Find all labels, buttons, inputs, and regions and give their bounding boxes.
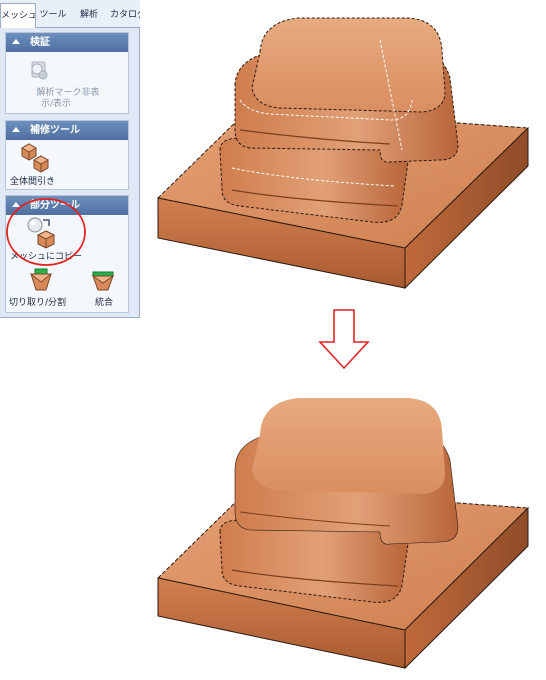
ribbon-tab-bar: メッシュ ツール 解析 カタログ <box>0 0 140 28</box>
model-viewport[interactable] <box>140 0 546 680</box>
tab-mesh[interactable]: メッシュ <box>0 3 36 28</box>
model-after <box>156 398 530 670</box>
inspect-section: 検証 解析マーク非表 示/表示 <box>5 32 129 114</box>
repair-section-header[interactable]: 補修ツール <box>6 121 128 140</box>
inspect-section-header[interactable]: 検証 <box>6 33 128 52</box>
cut-split-button[interactable]: 切り取り/分割 <box>9 298 66 309</box>
highlight-circle <box>6 198 86 266</box>
tab-catalog[interactable]: カタログ <box>110 3 140 28</box>
down-arrow-icon <box>318 309 370 370</box>
toggle-analysis-mark-label-1: 解析マーク非表 <box>36 88 100 98</box>
toggle-analysis-mark-button[interactable]: 解析マーク非表 示/表示 <box>10 88 126 110</box>
inspect-section-title: 検証 <box>30 37 50 48</box>
tab-tools[interactable]: ツール <box>38 3 68 28</box>
tab-analysis[interactable]: 解析 <box>72 3 106 28</box>
merge-button[interactable]: 統合 <box>95 298 113 309</box>
collapse-icon <box>12 127 20 132</box>
repair-section-title: 補修ツール <box>30 125 80 136</box>
analysis-mark-icon <box>31 61 48 80</box>
collapse-icon <box>12 39 20 44</box>
decimate-all-button[interactable]: 全体間引き <box>10 177 55 188</box>
model-before <box>156 17 530 290</box>
toggle-analysis-mark-label-2: 示/表示 <box>40 99 72 109</box>
decimate-icon <box>20 143 50 173</box>
repair-section: 補修ツール 全体間引き <box>5 120 129 190</box>
